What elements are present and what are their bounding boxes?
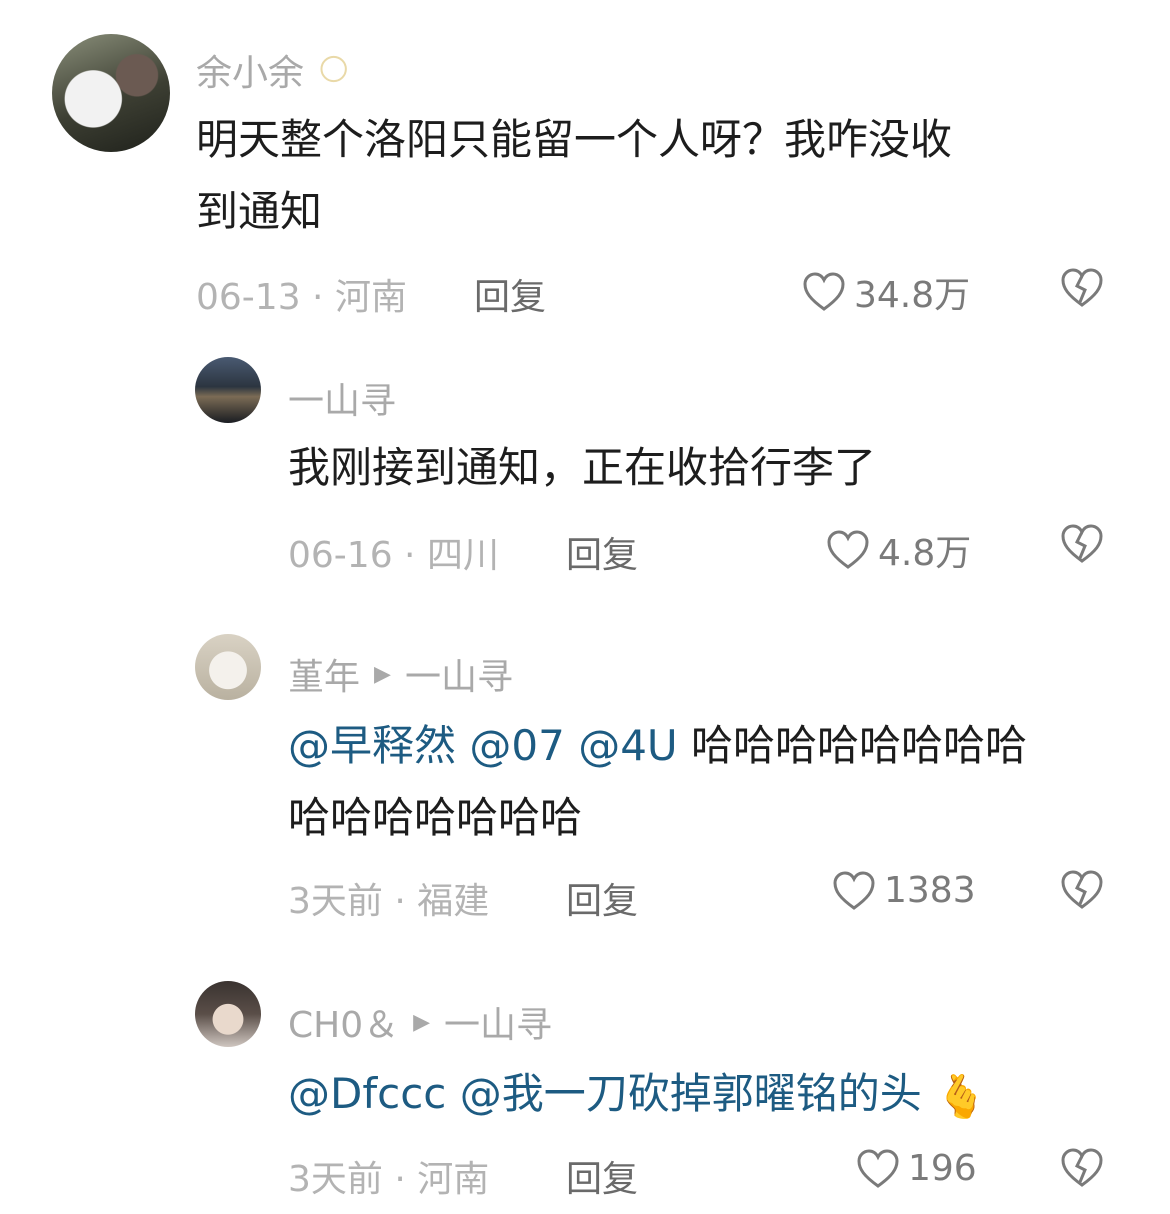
broken-heart-icon[interactable] (1060, 268, 1104, 308)
heart-outline-icon (833, 870, 875, 910)
like-button[interactable]: 4.8万 (826, 524, 971, 576)
like-count: 34.8万 (854, 275, 971, 316)
reply-button[interactable]: 回复 (566, 526, 638, 578)
avatar[interactable] (195, 357, 261, 423)
date-location: 3天前 · 河南 (288, 1159, 490, 1200)
moon-emoji-icon: 🌕 (318, 52, 350, 88)
username[interactable]: 余小余 🌕 (196, 44, 349, 96)
heart-outline-icon (803, 272, 845, 311)
avatar[interactable] (195, 634, 261, 700)
reply-target[interactable]: 一山寻 (444, 996, 552, 1048)
like-button[interactable]: 1383 (832, 870, 976, 911)
like-count: 4.8万 (878, 533, 972, 574)
username[interactable]: 堇年 ▶ 一山寻 (288, 648, 513, 700)
comment-text: 明天整个洛阳只能留一个人呀？我咋没收 到通知 (196, 104, 952, 248)
broken-heart-icon[interactable] (1060, 1148, 1104, 1188)
date-location: 06-16 · 四川 (288, 535, 499, 576)
mention-link[interactable]: @4U (578, 721, 677, 770)
username-text: CH0＆ (288, 1005, 400, 1046)
comment-text: @Dfccc @我一刀砍掉郭曜铭的头 🫰 (288, 1058, 987, 1133)
broken-heart-icon[interactable] (1060, 524, 1104, 564)
like-count: 196 (908, 1148, 977, 1189)
reply-button[interactable]: 回复 (566, 872, 638, 924)
comment-line: 我刚接到通知，正在收拾行李了 (288, 443, 877, 492)
comment-fragment: 哈哈哈哈哈哈哈哈 (677, 721, 1028, 770)
date-location: 3天前 · 福建 (288, 881, 490, 922)
avatar[interactable] (195, 981, 261, 1047)
reply-button[interactable]: 回复 (474, 268, 546, 320)
comment-line: @Dfccc @我一刀砍掉郭曜铭的头 🫰 (288, 1058, 987, 1133)
comment-line: 到通知 (196, 187, 323, 236)
play-triangle-icon: ▶ (413, 1009, 431, 1035)
mention-link[interactable]: @Dfccc (288, 1069, 446, 1118)
heart-outline-icon (827, 530, 869, 569)
like-count: 1383 (884, 870, 976, 911)
broken-heart-icon[interactable] (1060, 870, 1104, 910)
username[interactable]: 一山寻 (288, 372, 396, 424)
mention-link[interactable]: @早释然 (288, 721, 456, 770)
comment-text: @早释然 @07 @4U 哈哈哈哈哈哈哈哈 哈哈哈哈哈哈哈 (288, 710, 1027, 854)
comment-line: @早释然 @07 @4U 哈哈哈哈哈哈哈哈 (288, 710, 1027, 782)
comment-text: 我刚接到通知，正在收拾行李了 (288, 432, 876, 504)
comment-line: 明天整个洛阳只能留一个人呀？我咋没收 (196, 115, 953, 164)
reply-target[interactable]: 一山寻 (405, 648, 513, 700)
comment-line: 哈哈哈哈哈哈哈 (288, 793, 583, 842)
mention-link[interactable]: @07 (469, 721, 564, 770)
finger-heart-emoji-icon: 🫰 (935, 1071, 988, 1121)
mention-link[interactable]: @我一刀砍掉郭曜铭的头 (460, 1069, 922, 1118)
username-text: 余小余 (196, 53, 305, 94)
like-button[interactable]: 34.8万 (802, 266, 970, 318)
avatar[interactable] (52, 34, 170, 152)
username[interactable]: CH0＆ ▶ 一山寻 (288, 996, 552, 1048)
heart-outline-icon (857, 1148, 899, 1188)
reply-button[interactable]: 回复 (566, 1150, 638, 1202)
username-text: 一山寻 (288, 381, 397, 422)
like-button[interactable]: 196 (856, 1148, 977, 1189)
username-text: 堇年 (288, 657, 361, 698)
date-location: 06-13 · 河南 (196, 277, 407, 318)
play-triangle-icon: ▶ (374, 661, 391, 687)
